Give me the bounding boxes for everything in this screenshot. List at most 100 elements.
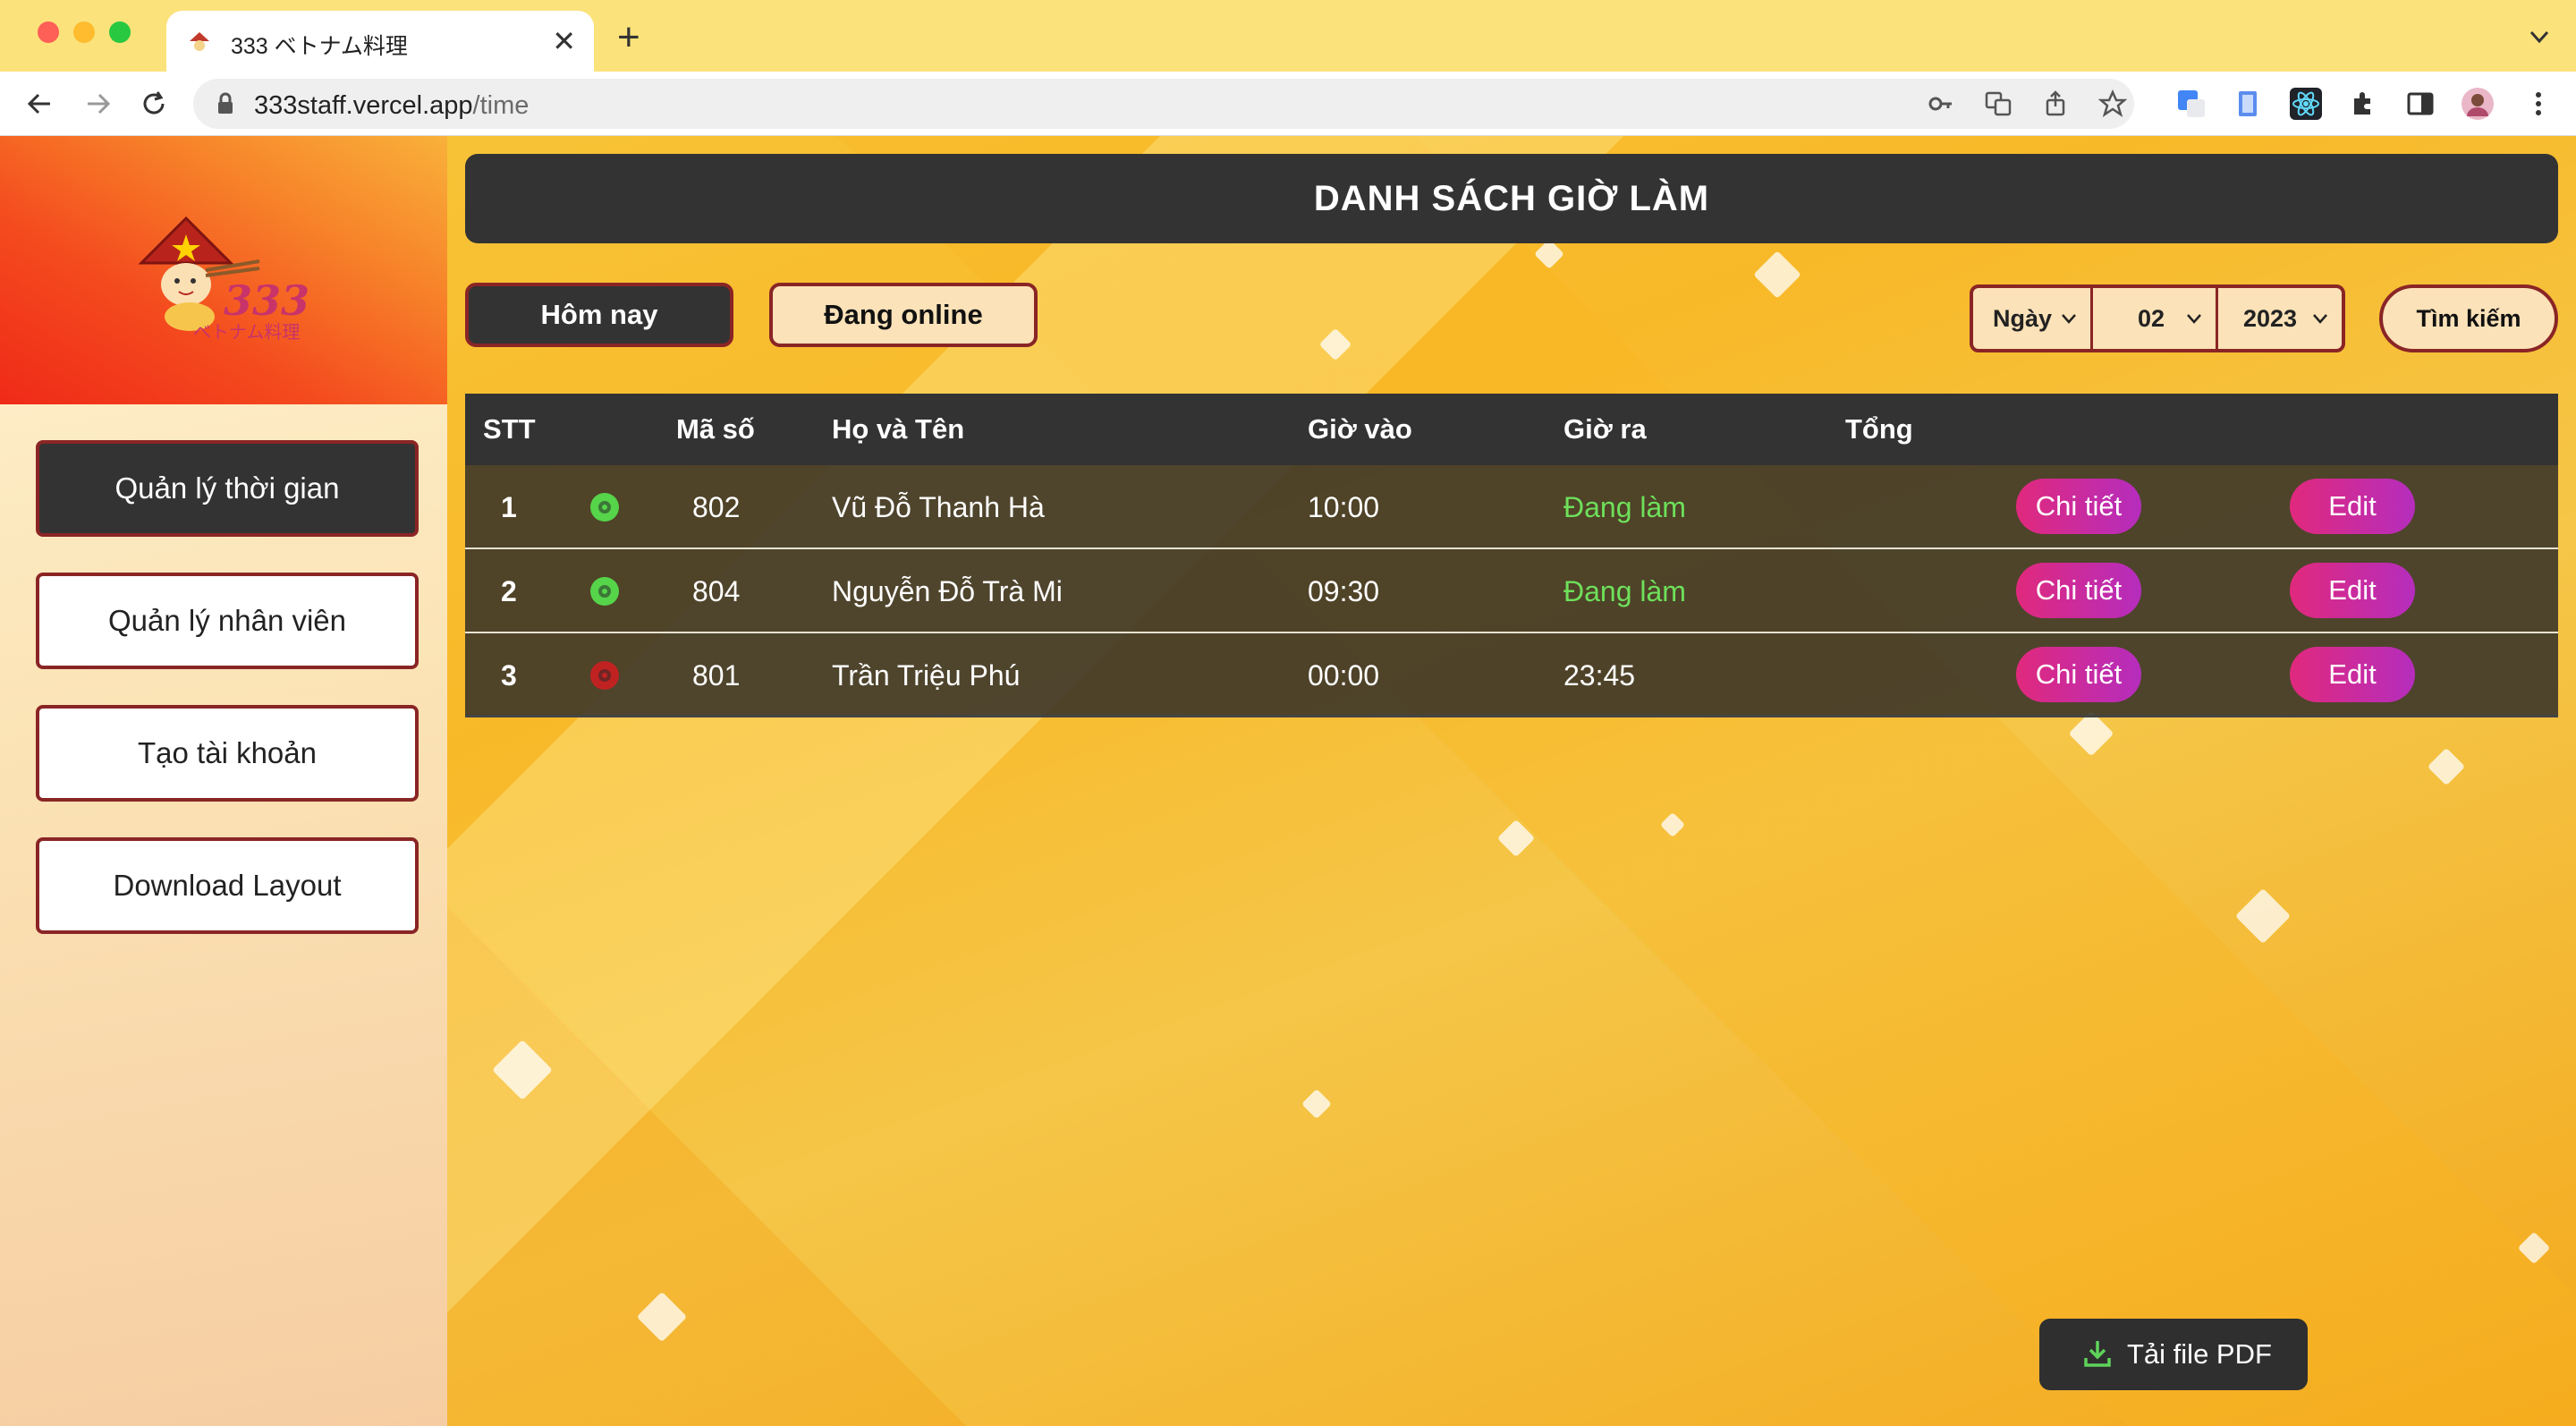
row-time-out: Đang làm [1563, 575, 1686, 607]
row-stt: 2 [501, 575, 517, 607]
day-select[interactable]: Ngày [1973, 288, 2093, 349]
detail-button[interactable]: Chi tiết [2016, 647, 2141, 702]
search-button[interactable]: Tìm kiếm [2379, 284, 2558, 352]
background-decoration [2517, 1231, 2551, 1265]
url-host: 333staff.vercel.app [254, 91, 473, 120]
background-decoration [1318, 327, 1352, 361]
new-tab-button[interactable]: + [617, 16, 640, 59]
edit-button[interactable]: Edit [2290, 647, 2415, 702]
row-stt: 1 [501, 491, 517, 523]
favicon-icon [190, 32, 209, 51]
react-devtools-icon[interactable] [2290, 88, 2322, 120]
row-time-out: Đang làm [1563, 491, 1686, 523]
extension-document-icon[interactable] [2233, 88, 2265, 120]
google-translate-extension-icon[interactable] [2175, 88, 2207, 120]
chevron-down-icon [2062, 314, 2076, 324]
table-row: 1 802 Vũ Đỗ Thanh Hà 10:00 Đang làm Chi … [465, 465, 2558, 549]
row-time-in: 10:00 [1308, 491, 1380, 523]
chevron-down-icon [2313, 314, 2327, 324]
side-panel-icon[interactable] [2404, 88, 2436, 120]
column-header-name: Họ và Tên [832, 413, 965, 445]
year-select[interactable]: 2023 [2218, 288, 2342, 349]
month-select-value: 02 [2138, 305, 2165, 332]
sidebar-item-time-management[interactable]: Quản lý thời gian [36, 440, 419, 537]
key-icon[interactable] [1927, 89, 1955, 118]
status-offline-icon [590, 661, 619, 690]
chevron-down-icon [2187, 314, 2201, 324]
today-button[interactable]: Hôm nay [465, 283, 733, 347]
url-text: 333staff.vercel.app/time [254, 91, 529, 121]
column-header-id: Mã số [676, 413, 755, 445]
browser-toolbar: 333staff.vercel.app/time [0, 72, 2576, 136]
table-row: 2 804 Nguyễn Đỗ Trà Mi 09:30 Đang làm Ch… [465, 549, 2558, 633]
work-hours-table: STT Mã số Họ và Tên Giờ vào Giờ ra Tổng … [465, 394, 2558, 717]
browser-menu-icon[interactable] [2522, 88, 2555, 120]
sidebar: 333 ベトナム料理 Quản lý thời gian Quản lý nhâ… [0, 136, 447, 1426]
address-bar[interactable]: 333staff.vercel.app/time [193, 79, 2134, 129]
table-row: 3 801 Trần Triệu Phú 00:00 23:45 Chi tiế… [465, 633, 2558, 717]
close-window-button[interactable] [38, 21, 59, 43]
row-time-in: 00:00 [1308, 659, 1380, 692]
edit-button[interactable]: Edit [2290, 479, 2415, 534]
status-online-icon [590, 577, 619, 606]
url-path: /time [472, 91, 530, 120]
download-pdf-label: Tải file PDF [2127, 1338, 2272, 1370]
tab-title: 333 ベトナム料理 [231, 34, 408, 59]
row-stt: 3 [501, 659, 517, 692]
row-id: 804 [692, 575, 741, 607]
browser-tab[interactable]: 333 ベトナム料理 ✕ [166, 11, 594, 72]
table-header: STT Mã số Họ và Tên Giờ vào Giờ ra Tổng [465, 394, 2558, 465]
download-pdf-button[interactable]: Tải file PDF [2039, 1319, 2308, 1390]
row-time-out: 23:45 [1563, 659, 1636, 692]
row-name: Vũ Đỗ Thanh Hà [832, 491, 1045, 523]
row-id: 801 [692, 659, 741, 692]
lock-icon [218, 92, 233, 114]
background-decoration [1753, 250, 1801, 299]
background-decoration [1534, 239, 1564, 269]
row-time-in: 09:30 [1308, 575, 1380, 607]
background-decoration [1496, 819, 1536, 858]
logo-number: 333 [224, 276, 309, 325]
row-name: Trần Triệu Phú [832, 659, 1021, 692]
download-icon [2084, 1341, 2111, 1367]
forward-icon[interactable] [82, 88, 114, 120]
minimize-window-button[interactable] [73, 21, 95, 43]
page-title: DANH SÁCH GIỜ LÀM [1313, 179, 1710, 218]
month-select[interactable]: 02 [2093, 288, 2218, 349]
detail-button[interactable]: Chi tiết [2016, 563, 2141, 618]
online-filter-button[interactable]: Đang online [769, 283, 1038, 347]
column-header-time-in: Giờ vào [1308, 413, 1412, 445]
page-content: 333 ベトナム料理 Quản lý thời gian Quản lý nhâ… [0, 136, 2576, 1426]
background-decoration [1659, 811, 1686, 838]
background-decoration [2068, 710, 2114, 757]
sidebar-item-download-layout[interactable]: Download Layout [36, 837, 419, 934]
extensions-puzzle-icon[interactable] [2347, 88, 2379, 120]
sidebar-item-staff-management[interactable]: Quản lý nhân viên [36, 573, 419, 669]
background-decoration [1301, 1089, 1332, 1119]
edit-button[interactable]: Edit [2290, 563, 2415, 618]
detail-button[interactable]: Chi tiết [2016, 479, 2141, 534]
profile-avatar[interactable] [2462, 88, 2494, 120]
reload-icon[interactable] [138, 88, 170, 120]
maximize-window-button[interactable] [109, 21, 131, 43]
column-header-stt: STT [483, 413, 536, 445]
status-online-icon [590, 493, 619, 522]
back-icon[interactable] [23, 88, 55, 120]
background-decoration [2234, 887, 2292, 945]
logo-subtitle: ベトナム料理 [193, 321, 300, 342]
bookmark-star-icon[interactable] [2098, 89, 2127, 118]
date-filter: Ngày 02 2023 [1970, 284, 2345, 352]
page-header: DANH SÁCH GIỜ LÀM [465, 154, 2558, 243]
browser-titlebar: 333 ベトナム料理 ✕ + [0, 0, 2576, 72]
row-id: 802 [692, 491, 741, 523]
translate-icon[interactable] [1984, 89, 2012, 118]
background-decoration [2427, 747, 2466, 786]
tab-search-chevron-icon[interactable] [2526, 23, 2553, 50]
background-decoration [636, 1291, 688, 1343]
sidebar-item-create-account[interactable]: Tạo tài khoản [36, 705, 419, 802]
share-icon[interactable] [2041, 89, 2070, 118]
column-header-time-out: Giờ ra [1563, 413, 1647, 445]
restaurant-logo[interactable]: 333 ベトナム料理 [134, 208, 313, 342]
tab-close-icon[interactable]: ✕ [552, 23, 576, 59]
logo-area: 333 ベトナム料理 [0, 136, 447, 404]
